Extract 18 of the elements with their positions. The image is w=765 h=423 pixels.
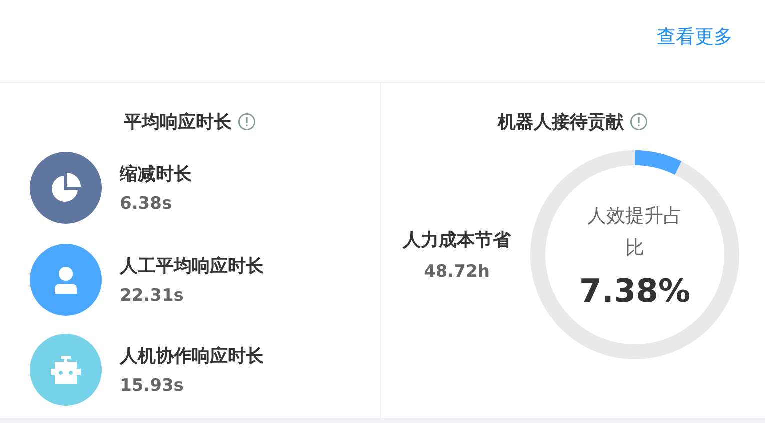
panel-title: 机器人接待贡献: [498, 111, 624, 134]
saving-label: 人力成本节省: [403, 229, 511, 252]
metric-value: 22.31s: [120, 286, 185, 306]
metric-value: 6.38s: [120, 194, 174, 214]
info-icon: [238, 113, 256, 131]
pie-chart-icon: [50, 172, 82, 204]
person-icon: [54, 266, 78, 294]
metric-label: 人工平均响应时长: [120, 255, 264, 278]
panel-title: 平均响应时长: [124, 111, 232, 134]
info-icon: [630, 113, 648, 131]
metric-value: 15.93s: [120, 376, 185, 396]
ring-caption: 人效提升占比: [586, 204, 684, 261]
ring-reading: 7.38%: [579, 272, 690, 310]
metric-label: 人机协作响应时长: [120, 345, 264, 368]
metric-label: 缩减时长: [120, 162, 192, 186]
robot-icon: [51, 355, 81, 385]
saving-value: 48.72h: [424, 262, 490, 282]
more-link[interactable]: 查看更多: [657, 24, 733, 50]
